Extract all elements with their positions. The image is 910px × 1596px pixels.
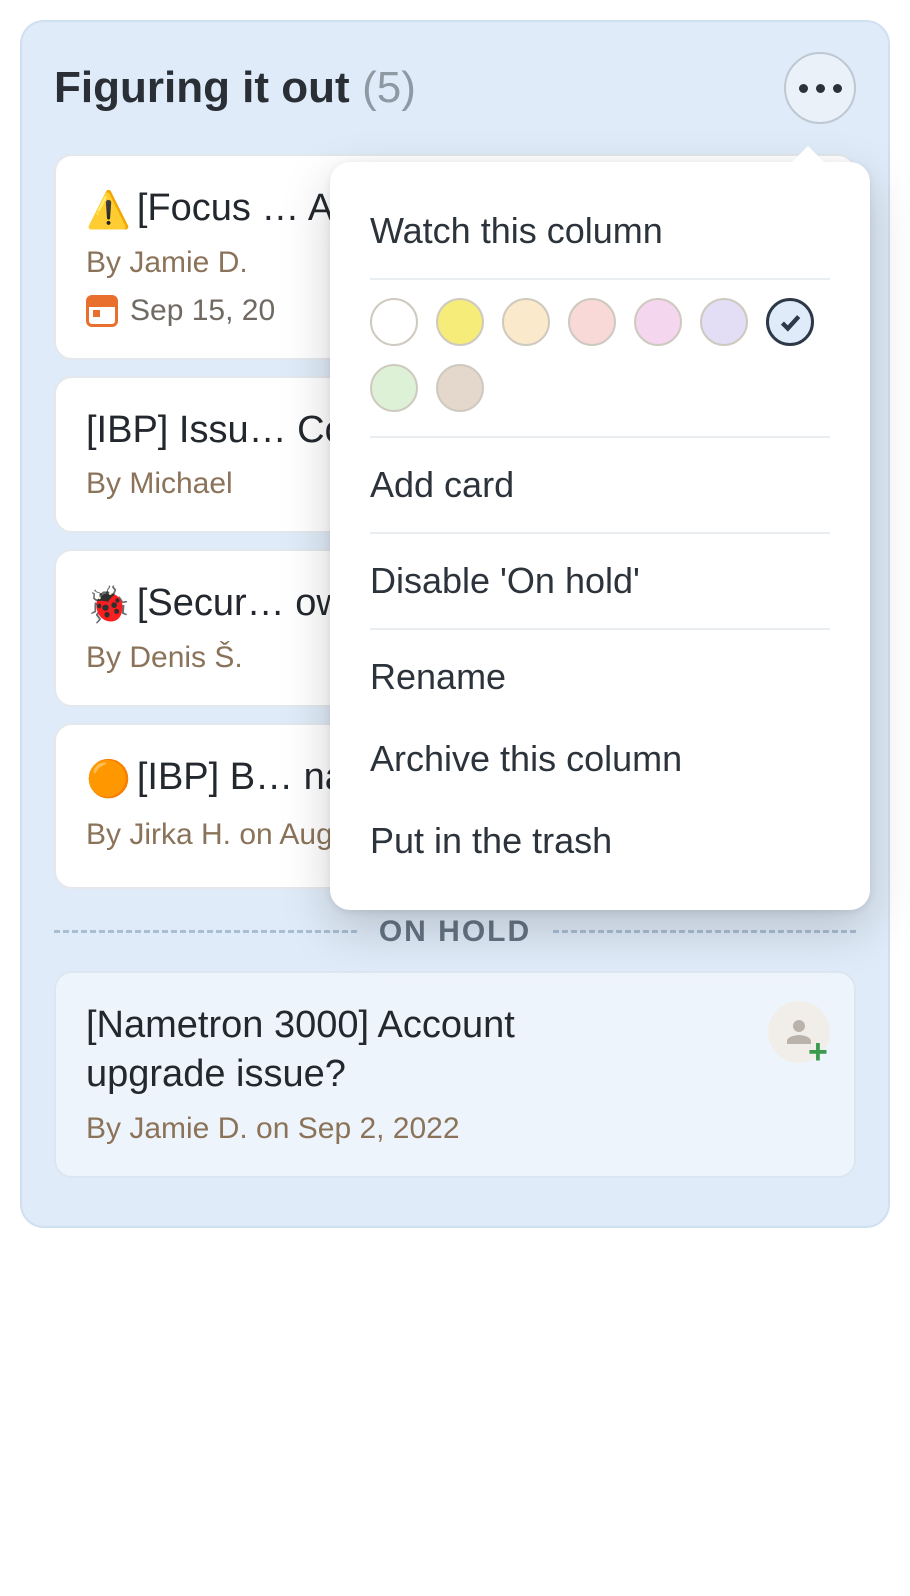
color-swatch-rose[interactable] xyxy=(634,298,682,346)
color-swatch-blue[interactable] xyxy=(766,298,814,346)
column-header: Figuring it out (5) xyxy=(54,52,856,124)
menu-rename[interactable]: Rename xyxy=(330,636,870,718)
menu-separator xyxy=(370,278,830,280)
check-icon xyxy=(777,309,803,335)
assignee-avatar[interactable]: + xyxy=(768,1001,830,1063)
warning-icon: ⚠️ xyxy=(86,189,131,230)
color-swatch-pink[interactable] xyxy=(568,298,616,346)
on-hold-divider: ON HOLD xyxy=(54,915,856,949)
plus-icon: + xyxy=(808,1041,834,1067)
menu-watch-column[interactable]: Watch this column xyxy=(330,190,870,272)
menu-put-in-trash[interactable]: Put in the trash xyxy=(330,800,870,882)
kanban-column: Figuring it out (5) ⚠️[Focus … Assigning… xyxy=(20,20,890,1228)
divider-line xyxy=(54,930,357,933)
card-title: [Nametron 3000] Account upgrade issue? xyxy=(86,1001,646,1100)
on-hold-label: ON HOLD xyxy=(357,915,553,949)
column-more-button[interactable] xyxy=(784,52,856,124)
color-swatch-green[interactable] xyxy=(370,364,418,412)
bug-icon: 🐞 xyxy=(86,584,131,625)
color-picker-row xyxy=(330,286,870,430)
menu-disable-on-hold[interactable]: Disable 'On hold' xyxy=(330,540,870,622)
menu-separator xyxy=(370,628,830,630)
menu-separator xyxy=(370,532,830,534)
menu-add-card[interactable]: Add card xyxy=(330,444,870,526)
card-on-hold[interactable]: + [Nametron 3000] Account upgrade issue?… xyxy=(54,971,856,1178)
color-swatch-tan[interactable] xyxy=(436,364,484,412)
color-swatch-yellow[interactable] xyxy=(436,298,484,346)
more-icon xyxy=(833,84,842,93)
color-swatch-white[interactable] xyxy=(370,298,418,346)
column-count: (5) xyxy=(362,63,416,112)
card-byline: By Jamie D. on Sep 2, 2022 xyxy=(86,1112,824,1146)
color-swatch-cream[interactable] xyxy=(502,298,550,346)
card-date: Sep 15, 20 xyxy=(130,294,275,328)
more-icon xyxy=(816,84,825,93)
column-title: Figuring it out xyxy=(54,63,350,112)
color-swatch-violet[interactable] xyxy=(700,298,748,346)
orange-circle-icon: 🟠 xyxy=(86,758,131,799)
calendar-icon xyxy=(86,295,118,327)
menu-separator xyxy=(370,436,830,438)
column-title-wrap: Figuring it out (5) xyxy=(54,63,416,113)
more-icon xyxy=(799,84,808,93)
divider-line xyxy=(553,930,856,933)
menu-archive-column[interactable]: Archive this column xyxy=(330,718,870,800)
column-menu-popover: Watch this column Add card Disable 'On h… xyxy=(330,162,870,910)
